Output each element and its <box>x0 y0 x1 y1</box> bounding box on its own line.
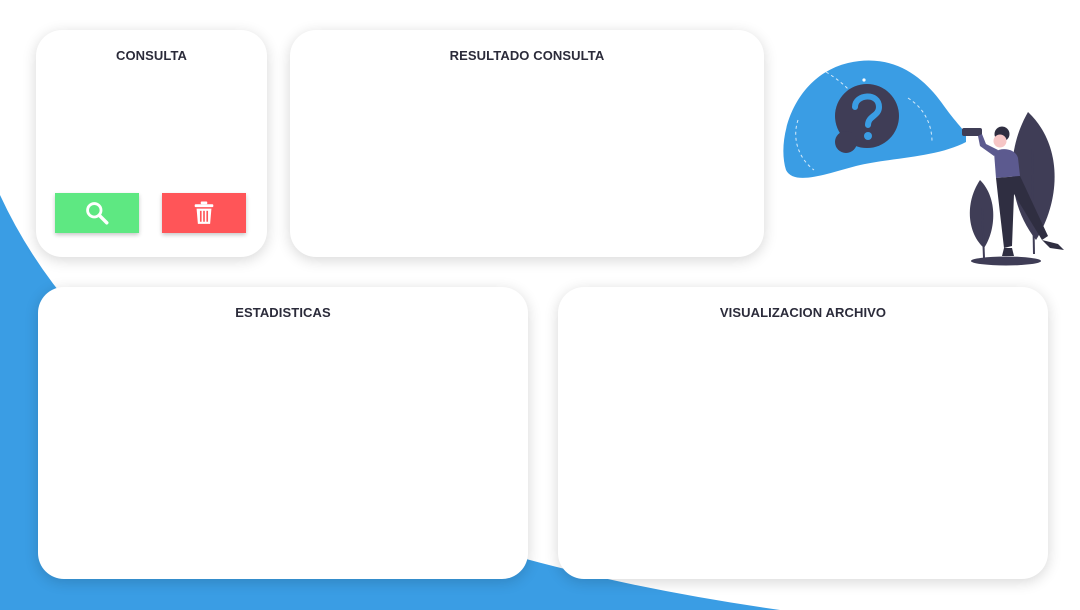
trash-icon <box>194 201 214 224</box>
search-button[interactable] <box>55 193 139 233</box>
estadisticas-title: ESTADISTICAS <box>235 305 331 320</box>
resultado-consulta-panel: RESULTADO CONSULTA <box>290 30 764 257</box>
flashlight-illustration <box>783 60 1064 266</box>
search-icon <box>86 202 109 225</box>
consulta-title: CONSULTA <box>115 48 188 63</box>
resultado-consulta-title: RESULTADO CONSULTA <box>449 48 605 63</box>
delete-button[interactable] <box>162 193 246 233</box>
consulta-panel: CONSULTA <box>36 30 267 257</box>
visualizacion-archivo-title: VISUALIZACION ARCHIVO <box>719 305 887 320</box>
visualizacion-archivo-panel: VISUALIZACION ARCHIVO <box>558 287 1048 579</box>
estadisticas-panel: ESTADISTICAS <box>38 287 528 579</box>
